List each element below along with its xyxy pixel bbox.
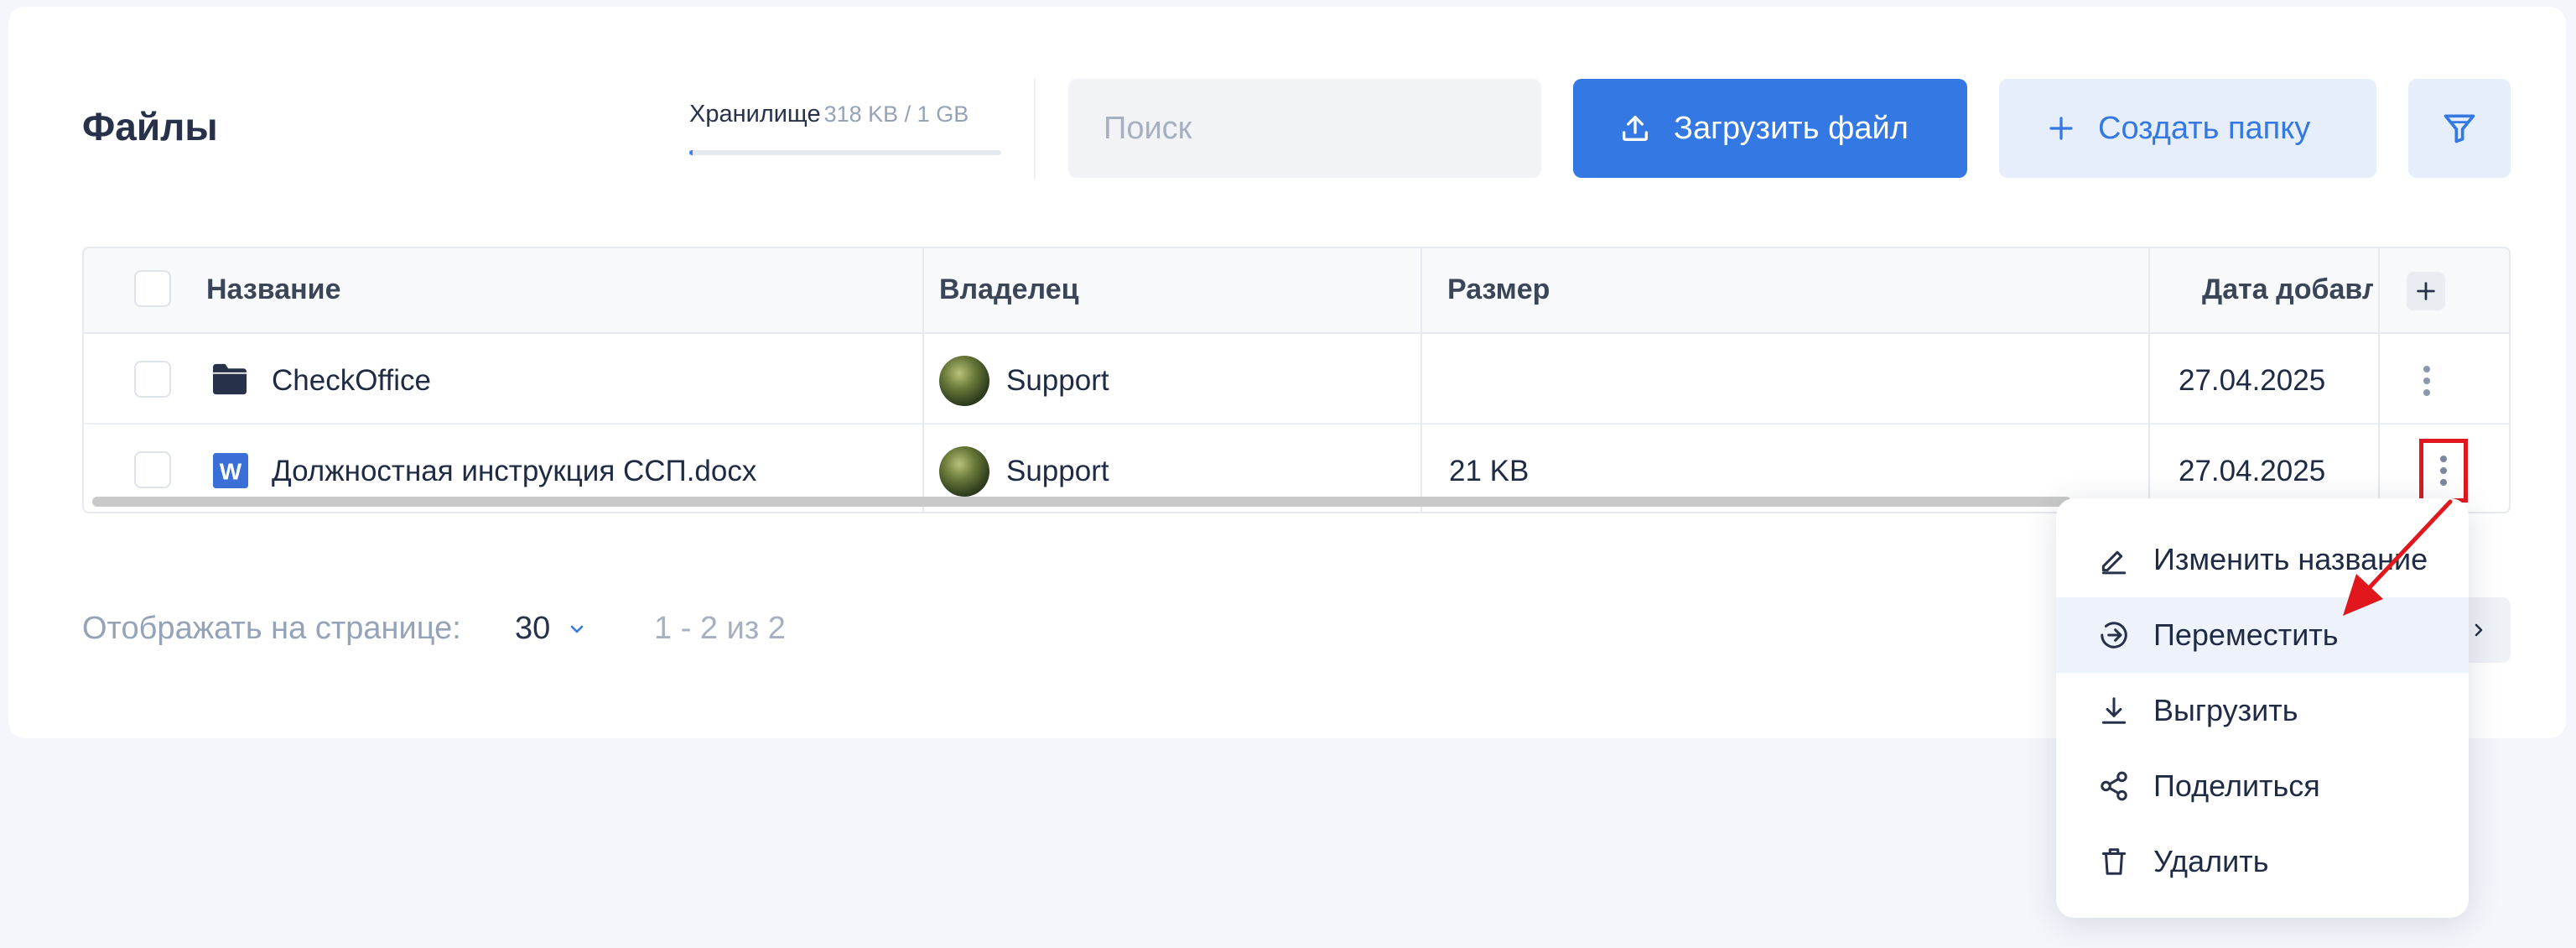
menu-item-label: Удалить bbox=[2153, 844, 2269, 878]
upload-file-label: Загрузить файл bbox=[1674, 110, 1909, 146]
per-page-select[interactable]: 30 bbox=[515, 611, 587, 647]
row-actions-button[interactable] bbox=[2410, 362, 2444, 399]
menu-item-rename[interactable]: Изменить название bbox=[2056, 522, 2469, 597]
upload-file-button[interactable]: Загрузить файл bbox=[1573, 79, 1967, 178]
download-icon bbox=[2101, 697, 2127, 724]
storage-label: Хранилище bbox=[689, 101, 821, 128]
date-added: 27.04.2025 bbox=[2179, 364, 2326, 397]
pencil-icon bbox=[2101, 550, 2127, 575]
create-folder-button[interactable]: Создать папку bbox=[1999, 79, 2376, 178]
avatar bbox=[939, 356, 989, 406]
table-row[interactable]: CheckOffice Support 27.04.2025 bbox=[84, 336, 2509, 425]
storage-progress-fill bbox=[689, 150, 693, 155]
column-header-name[interactable]: Название bbox=[206, 273, 341, 306]
share-icon bbox=[2101, 771, 2127, 801]
storage-indicator: Хранилище 318 KB / 1 GB bbox=[689, 101, 1001, 155]
svg-text:W: W bbox=[220, 459, 242, 485]
storage-used: 318 KB / 1 GB bbox=[823, 102, 969, 127]
row-context-menu: Изменить название Переместить Выгрузить … bbox=[2056, 498, 2469, 918]
word-doc-icon: W bbox=[213, 453, 248, 488]
column-divider bbox=[922, 248, 924, 512]
files-table: Название Владелец Размер Дата добавления… bbox=[82, 247, 2511, 513]
column-divider bbox=[2378, 248, 2380, 512]
storage-progress-bar bbox=[689, 150, 1001, 155]
trash-icon bbox=[2101, 848, 2127, 875]
file-name[interactable]: Должностная инструкция ССП.docx bbox=[272, 455, 756, 488]
select-all-checkbox[interactable] bbox=[134, 270, 171, 307]
menu-item-label: Выгрузить bbox=[2153, 693, 2298, 727]
header-divider bbox=[1034, 79, 1036, 180]
horizontal-scrollbar[interactable] bbox=[92, 497, 2071, 507]
column-header-size[interactable]: Размер bbox=[1447, 273, 1550, 306]
table-header: Название Владелец Размер Дата добавления bbox=[84, 248, 2509, 334]
row-checkbox[interactable] bbox=[134, 361, 171, 398]
menu-item-label: Переместить bbox=[2153, 617, 2339, 652]
page-title: Файлы bbox=[82, 105, 218, 148]
column-divider bbox=[1420, 248, 1422, 512]
menu-item-label: Изменить название bbox=[2153, 542, 2428, 576]
row-checkbox[interactable] bbox=[134, 451, 171, 488]
owner-name: Support bbox=[1006, 455, 1109, 487]
file-size: 21 KB bbox=[1449, 455, 1530, 487]
menu-item-delete[interactable]: Удалить bbox=[2056, 824, 2469, 899]
per-page-label: Отображать на странице: bbox=[82, 611, 461, 646]
per-page-value: 30 bbox=[515, 611, 551, 646]
filter-button[interactable] bbox=[2408, 79, 2511, 178]
owner-name: Support bbox=[1006, 364, 1109, 397]
menu-item-move[interactable]: Переместить bbox=[2056, 597, 2469, 673]
menu-item-label: Поделиться bbox=[2153, 768, 2320, 803]
column-divider bbox=[2148, 248, 2150, 512]
add-column-button[interactable] bbox=[2407, 272, 2445, 310]
filter-icon bbox=[2444, 114, 2475, 143]
upload-icon bbox=[1623, 116, 1648, 141]
avatar bbox=[939, 446, 989, 497]
folder-icon bbox=[213, 363, 247, 395]
menu-item-share[interactable]: Поделиться bbox=[2056, 748, 2469, 824]
create-folder-label: Создать папку bbox=[2098, 110, 2311, 146]
column-header-owner[interactable]: Владелец bbox=[939, 273, 1079, 306]
menu-item-download[interactable]: Выгрузить bbox=[2056, 673, 2469, 748]
chevron-down-icon bbox=[570, 625, 584, 633]
pagination-range: 1 - 2 из 2 bbox=[654, 611, 786, 646]
plus-icon bbox=[2417, 282, 2435, 300]
column-header-date[interactable]: Дата добавления bbox=[2202, 273, 2373, 306]
chevron-right-icon bbox=[2475, 623, 2483, 637]
move-icon bbox=[2101, 622, 2127, 648]
row-actions-button-highlighted[interactable] bbox=[2419, 439, 2468, 503]
plus-icon bbox=[2049, 117, 2073, 140]
date-added: 27.04.2025 bbox=[2179, 455, 2326, 487]
file-name[interactable]: CheckOffice bbox=[272, 364, 431, 398]
search-input[interactable] bbox=[1068, 79, 1541, 178]
